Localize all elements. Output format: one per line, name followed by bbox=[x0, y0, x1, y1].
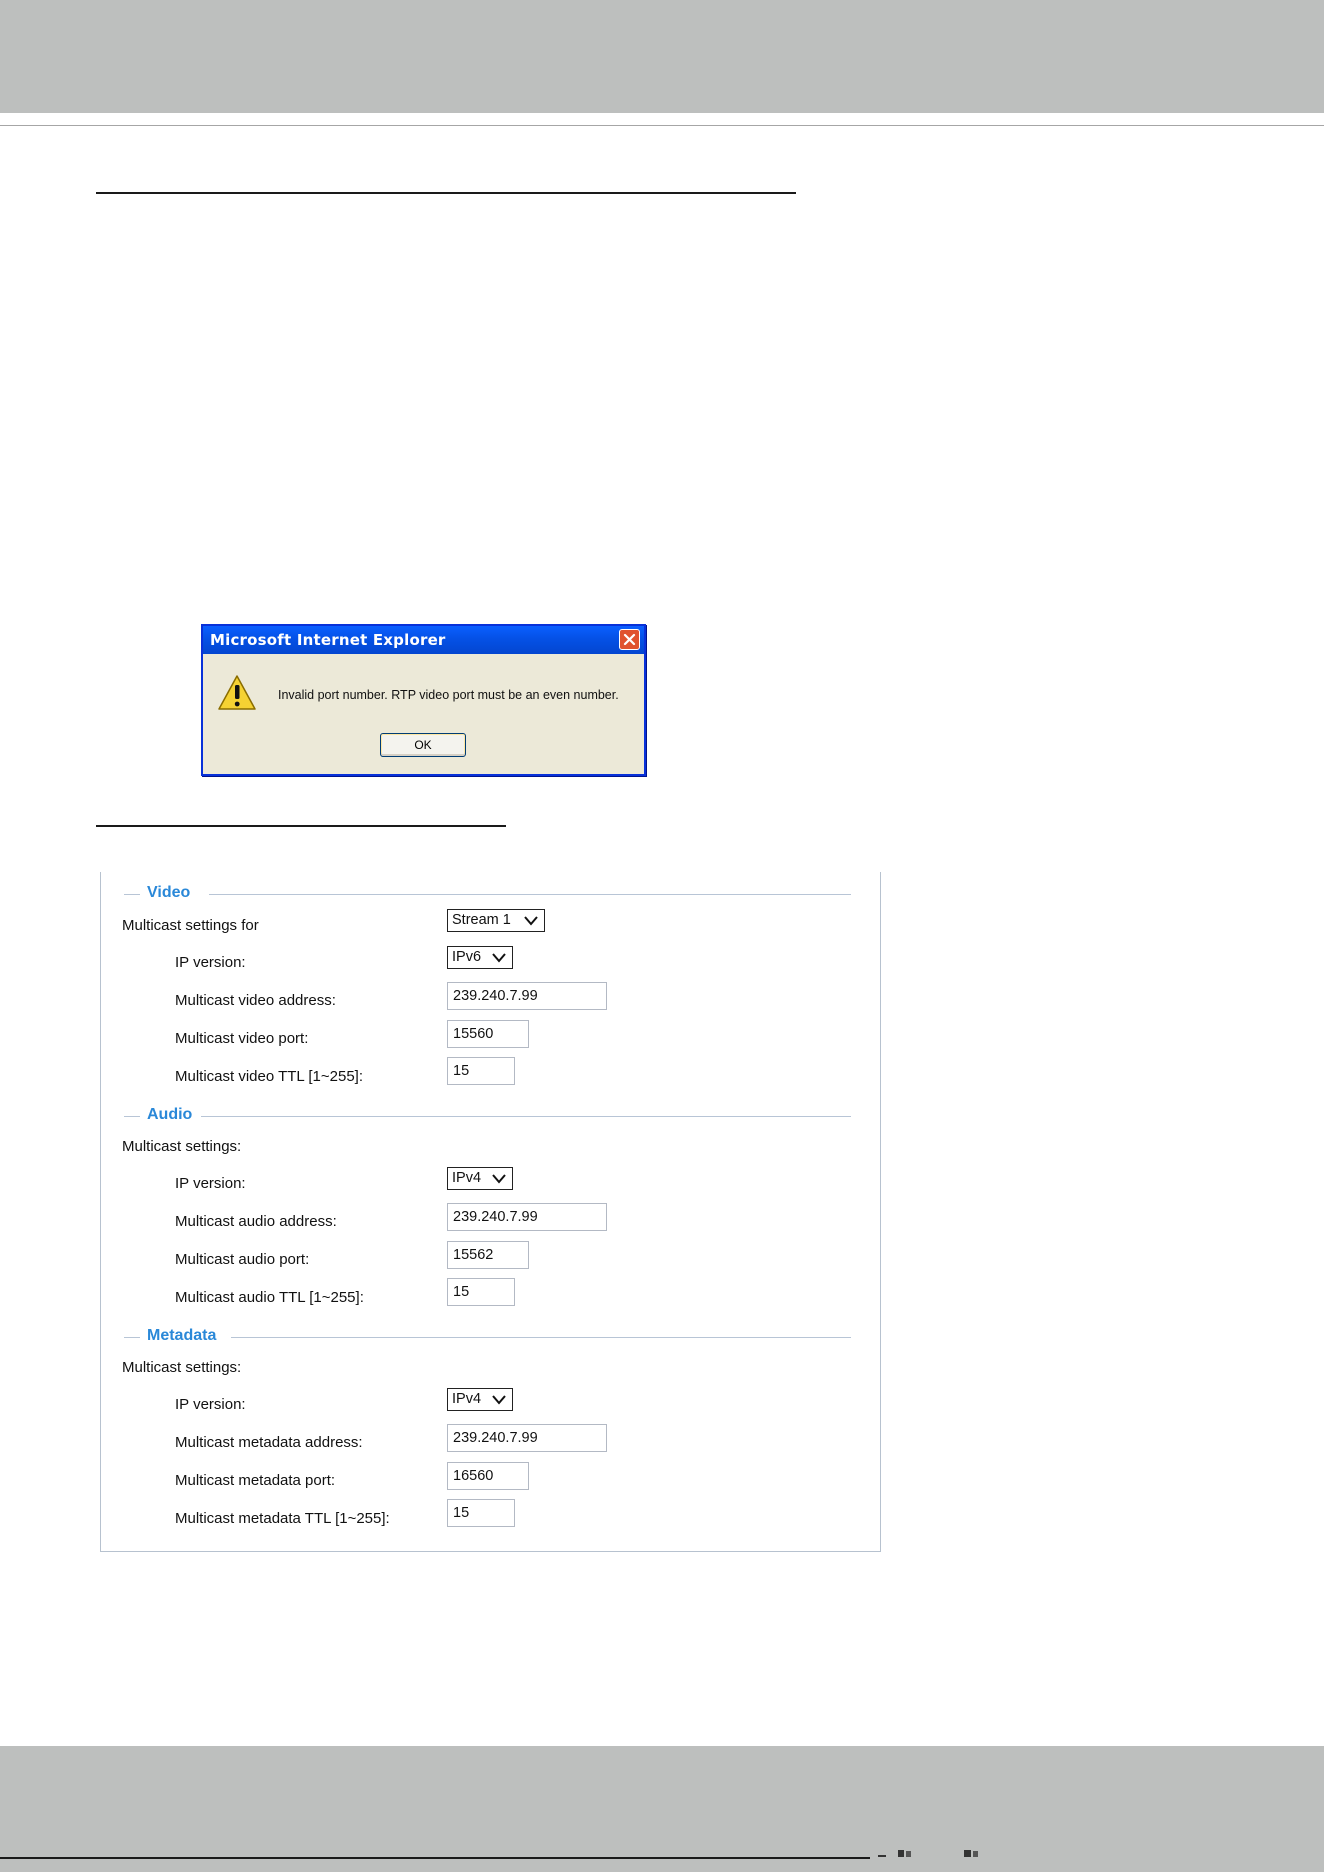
heading-underline-1 bbox=[96, 192, 796, 194]
dialog-titlebar: Microsoft Internet Explorer bbox=[203, 626, 644, 654]
warning-icon bbox=[218, 675, 256, 710]
metadata-address-input[interactable]: 239.240.7.99 bbox=[447, 1424, 607, 1452]
metadata-multicast-settings-label: Multicast settings: bbox=[122, 1359, 242, 1376]
heading-underline-2 bbox=[96, 825, 506, 827]
section-title-video: Video bbox=[147, 884, 191, 901]
section-divider bbox=[124, 894, 140, 895]
video-address-label: Multicast video address: bbox=[175, 992, 336, 1009]
ok-button[interactable]: OK bbox=[380, 733, 466, 757]
metadata-address-label: Multicast metadata address: bbox=[175, 1434, 363, 1451]
audio-port-input[interactable]: 15562 bbox=[447, 1241, 529, 1269]
video-ip-version-label: IP version: bbox=[175, 954, 246, 971]
video-port-input[interactable]: 15560 bbox=[447, 1020, 529, 1048]
chevron-down-icon bbox=[492, 1174, 506, 1184]
audio-ip-version-label: IP version: bbox=[175, 1175, 246, 1192]
multicast-settings-panel: Video Multicast settings for Stream 1 IP… bbox=[100, 872, 881, 1552]
dialog-title: Microsoft Internet Explorer bbox=[210, 631, 446, 649]
chevron-down-icon bbox=[492, 1395, 506, 1405]
section-divider bbox=[209, 894, 851, 895]
header-divider bbox=[0, 125, 1324, 126]
section-title-audio: Audio bbox=[147, 1106, 193, 1123]
footer-logo-fragment bbox=[878, 1850, 978, 1857]
metadata-port-input[interactable]: 16560 bbox=[447, 1462, 529, 1490]
section-divider bbox=[124, 1337, 140, 1338]
metadata-ip-version-label: IP version: bbox=[175, 1396, 246, 1413]
section-divider bbox=[124, 1116, 140, 1117]
multicast-settings-for-label: Multicast settings for bbox=[122, 917, 259, 934]
audio-ip-version-select[interactable]: IPv4 bbox=[447, 1167, 513, 1190]
video-ttl-input[interactable]: 15 bbox=[447, 1057, 515, 1085]
section-divider bbox=[201, 1116, 851, 1117]
video-port-label: Multicast video port: bbox=[175, 1030, 309, 1047]
video-address-input[interactable]: 239.240.7.99 bbox=[447, 982, 607, 1010]
audio-port-label: Multicast audio port: bbox=[175, 1251, 310, 1268]
section-title-metadata: Metadata bbox=[147, 1327, 217, 1344]
stream-select[interactable]: Stream 1 bbox=[447, 909, 545, 932]
metadata-ttl-label: Multicast metadata TTL [1~255]: bbox=[175, 1510, 390, 1527]
video-ttl-label: Multicast video TTL [1~255]: bbox=[175, 1068, 364, 1085]
audio-address-label: Multicast audio address: bbox=[175, 1213, 337, 1230]
alert-dialog: Microsoft Internet Explorer Invalid port… bbox=[201, 624, 646, 776]
audio-multicast-settings-label: Multicast settings: bbox=[122, 1138, 242, 1155]
metadata-port-label: Multicast metadata port: bbox=[175, 1472, 336, 1489]
footer-rule bbox=[0, 1857, 870, 1859]
audio-address-input[interactable]: 239.240.7.99 bbox=[447, 1203, 607, 1231]
audio-ttl-label: Multicast audio TTL [1~255]: bbox=[175, 1289, 364, 1306]
audio-ttl-input[interactable]: 15 bbox=[447, 1278, 515, 1306]
page-footer-band bbox=[0, 1746, 1324, 1872]
close-icon[interactable] bbox=[619, 629, 640, 650]
page-header-band bbox=[0, 0, 1324, 113]
chevron-down-icon bbox=[492, 953, 506, 963]
dialog-message: Invalid port number. RTP video port must… bbox=[278, 688, 619, 702]
metadata-ttl-input[interactable]: 15 bbox=[447, 1499, 515, 1527]
video-ip-version-select[interactable]: IPv6 bbox=[447, 946, 513, 969]
metadata-ip-version-select[interactable]: IPv4 bbox=[447, 1388, 513, 1411]
chevron-down-icon bbox=[524, 916, 538, 926]
section-divider bbox=[231, 1337, 851, 1338]
